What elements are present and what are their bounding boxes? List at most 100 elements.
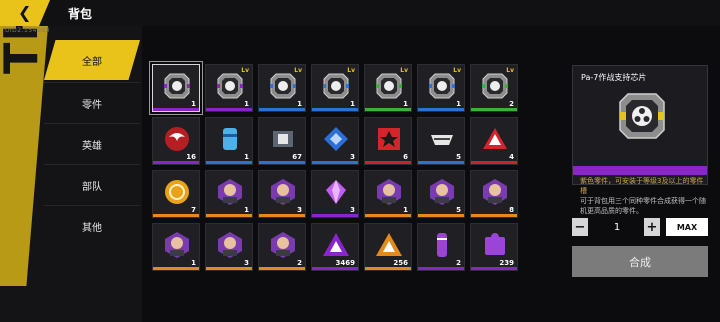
rarity-bar (365, 108, 411, 111)
inventory-item[interactable]: 67 (258, 117, 306, 165)
level-tag: Lv (506, 67, 514, 74)
item-count: 7 (191, 206, 196, 214)
sidebar-item-all[interactable]: 全部 (44, 40, 140, 80)
category-sidebar: THE WAR 全部 零件 英雄 部队 其他 (0, 26, 142, 322)
quantity-value[interactable]: 1 (592, 218, 642, 236)
sidebar-item-heroes[interactable]: 英雄 (44, 123, 140, 164)
inventory-item[interactable]: 1 (364, 170, 412, 218)
inventory-item[interactable]: 4 (470, 117, 518, 165)
rarity-bar (418, 108, 464, 111)
increase-button[interactable]: + (644, 218, 660, 236)
item-count: 2 (297, 259, 302, 267)
item-count: 1 (191, 100, 196, 108)
inventory-item[interactable]: 256 (364, 223, 412, 271)
inventory-item[interactable]: 239 (470, 223, 518, 271)
sidebar-item-troops[interactable]: 部队 (44, 164, 140, 205)
level-tag: Lv (241, 67, 249, 74)
item-detail-panel: Pa-7作战支持芯片 紫色零件，可安装于等级3及以上的零件槽 可于背包用三个同种… (566, 40, 714, 322)
gold-coin-icon (163, 178, 191, 206)
page-title: 背包 (68, 7, 93, 21)
eagle-emblem-icon (163, 125, 191, 153)
rarity-bar (365, 214, 411, 217)
item-compose-text: 可于背包用三个同种零件合成获得一个随机更高品质的零件。 (580, 197, 706, 215)
chip-icon (216, 72, 244, 100)
inventory-item[interactable]: 6 (364, 117, 412, 165)
sidebar-item-other[interactable]: 其他 (44, 205, 140, 246)
rarity-bar (206, 161, 252, 164)
level-tag: Lv (453, 67, 461, 74)
inventory-item[interactable]: 1 (205, 117, 253, 165)
item-count: 1 (403, 100, 408, 108)
item-count: 1 (244, 206, 249, 214)
inventory-item[interactable]: 5 (417, 170, 465, 218)
compose-button[interactable]: 合成 (572, 246, 708, 277)
level-tag: Lv (400, 67, 408, 74)
rarity-bar (471, 108, 517, 111)
rarity-bar (312, 161, 358, 164)
item-count: 1 (244, 100, 249, 108)
level-tag: Lv (294, 67, 302, 74)
inventory-item[interactable]: 3 (311, 117, 359, 165)
inventory-item[interactable]: 1 (205, 170, 253, 218)
user-id-label: UID2.154003 (5, 27, 50, 34)
inventory-item[interactable]: Lv 1 (364, 64, 412, 112)
red-badge-icon (375, 125, 403, 153)
inventory-item[interactable]: 7 (152, 170, 200, 218)
rarity-bar (418, 161, 464, 164)
hero-portrait-icon (216, 231, 244, 259)
inventory-item[interactable]: 3 (205, 223, 253, 271)
chip-icon (375, 72, 403, 100)
item-count: 3 (297, 206, 302, 214)
inventory-item[interactable]: 5 (417, 117, 465, 165)
level-tag: Lv (347, 67, 355, 74)
inventory-item[interactable]: 8 (470, 170, 518, 218)
sidebar-item-parts[interactable]: 零件 (44, 82, 140, 123)
rarity-bar (153, 214, 199, 217)
sidebar-item-label: 零件 (82, 99, 102, 111)
rarity-bar (573, 166, 707, 175)
inventory-item[interactable]: Lv 1 (205, 64, 253, 112)
top-bar: ❮ 背包 (0, 0, 720, 26)
max-button[interactable]: MAX (666, 218, 708, 236)
item-count: 4 (509, 153, 514, 161)
rarity-bar (365, 161, 411, 164)
back-button[interactable]: ❮ (0, 0, 50, 26)
rarity-bar (418, 214, 464, 217)
rarity-bar (259, 161, 305, 164)
sidebar-item-label: 英雄 (82, 140, 102, 152)
item-name: Pa-7作战支持芯片 (581, 73, 647, 82)
rarity-bar (471, 161, 517, 164)
item-detail-card: Pa-7作战支持芯片 (572, 65, 708, 185)
inventory-item[interactable]: 1 (152, 64, 200, 112)
inventory-item[interactable]: Lv 2 (470, 64, 518, 112)
inventory-item[interactable]: 16 (152, 117, 200, 165)
sidebar-item-label: 其他 (82, 222, 102, 234)
rarity-bar (259, 214, 305, 217)
inventory-item[interactable]: 3469 (311, 223, 359, 271)
rarity-bar (206, 267, 252, 270)
inventory-grid: 1 Lv 1 Lv 1 Lv 1 Lv 1 Lv 1 Lv 2 16 1 67 3 6 5 4 7 1 3 3 1 5 8 1 3 2 34… (142, 40, 560, 322)
item-count: 67 (292, 153, 302, 161)
inventory-item[interactable]: 2 (258, 223, 306, 271)
hero-portrait-icon (269, 178, 297, 206)
inventory-item[interactable]: 3 (311, 170, 359, 218)
item-count: 256 (393, 259, 408, 267)
chip-icon (619, 93, 665, 139)
rarity-bar (418, 267, 464, 270)
inventory-item[interactable]: 2 (417, 223, 465, 271)
canister-icon (216, 125, 244, 153)
item-count: 6 (403, 153, 408, 161)
hero-portrait-icon (163, 231, 191, 259)
rarity-bar (153, 161, 199, 164)
inventory-item[interactable]: 1 (152, 223, 200, 271)
inventory-item[interactable]: Lv 1 (258, 64, 306, 112)
quantity-stepper: − 1 + MAX (572, 218, 708, 236)
rarity-bar (471, 267, 517, 270)
inventory-item[interactable]: Lv 1 (311, 64, 359, 112)
chip-icon (163, 72, 191, 100)
item-count: 2 (456, 259, 461, 267)
inventory-item[interactable]: 3 (258, 170, 306, 218)
decrease-button[interactable]: − (572, 218, 588, 236)
inventory-item[interactable]: Lv 1 (417, 64, 465, 112)
item-count: 8 (509, 206, 514, 214)
